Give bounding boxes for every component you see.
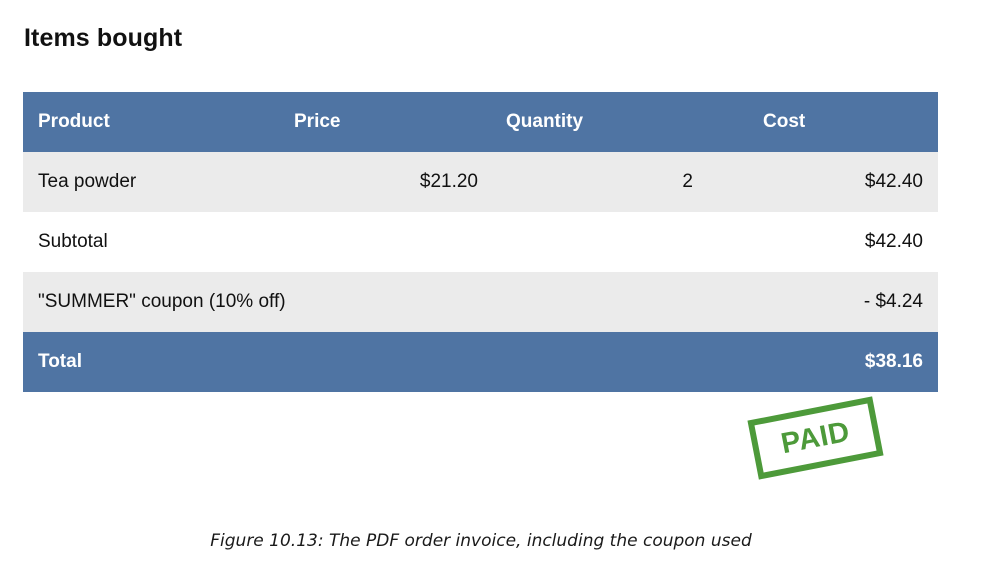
page-title: Items bought xyxy=(24,24,183,52)
figure-caption: Figure 10.13: The PDF order invoice, inc… xyxy=(210,531,752,551)
invoice-table: Product Price Quantity Cost Tea powder $… xyxy=(23,92,938,392)
item-product: Tea powder xyxy=(38,171,137,192)
coupon-row: "SUMMER" coupon (10% off) - $4.24 xyxy=(23,272,938,332)
stamp-text: PAID xyxy=(778,415,853,460)
subtotal-value: $42.40 xyxy=(864,231,923,252)
header-price: Price xyxy=(294,111,341,132)
total-row: Total $38.16 xyxy=(23,332,938,392)
total-label: Total xyxy=(38,351,82,372)
header-quantity: Quantity xyxy=(506,111,584,132)
header-product: Product xyxy=(38,111,110,132)
table-row: Tea powder $21.20 2 $42.40 xyxy=(23,152,938,212)
subtotal-label: Subtotal xyxy=(38,231,108,252)
header-cost: Cost xyxy=(763,111,806,132)
paid-stamp: PAID xyxy=(747,396,884,480)
subtotal-row: Subtotal $42.40 xyxy=(23,212,938,272)
item-price: $21.20 xyxy=(419,171,478,192)
table-header-row: Product Price Quantity Cost xyxy=(23,92,938,152)
item-quantity: 2 xyxy=(682,171,693,192)
coupon-value: - $4.24 xyxy=(863,291,923,312)
coupon-label: "SUMMER" coupon (10% off) xyxy=(38,291,286,312)
item-cost: $42.40 xyxy=(864,171,923,192)
total-value: $38.16 xyxy=(864,351,923,372)
